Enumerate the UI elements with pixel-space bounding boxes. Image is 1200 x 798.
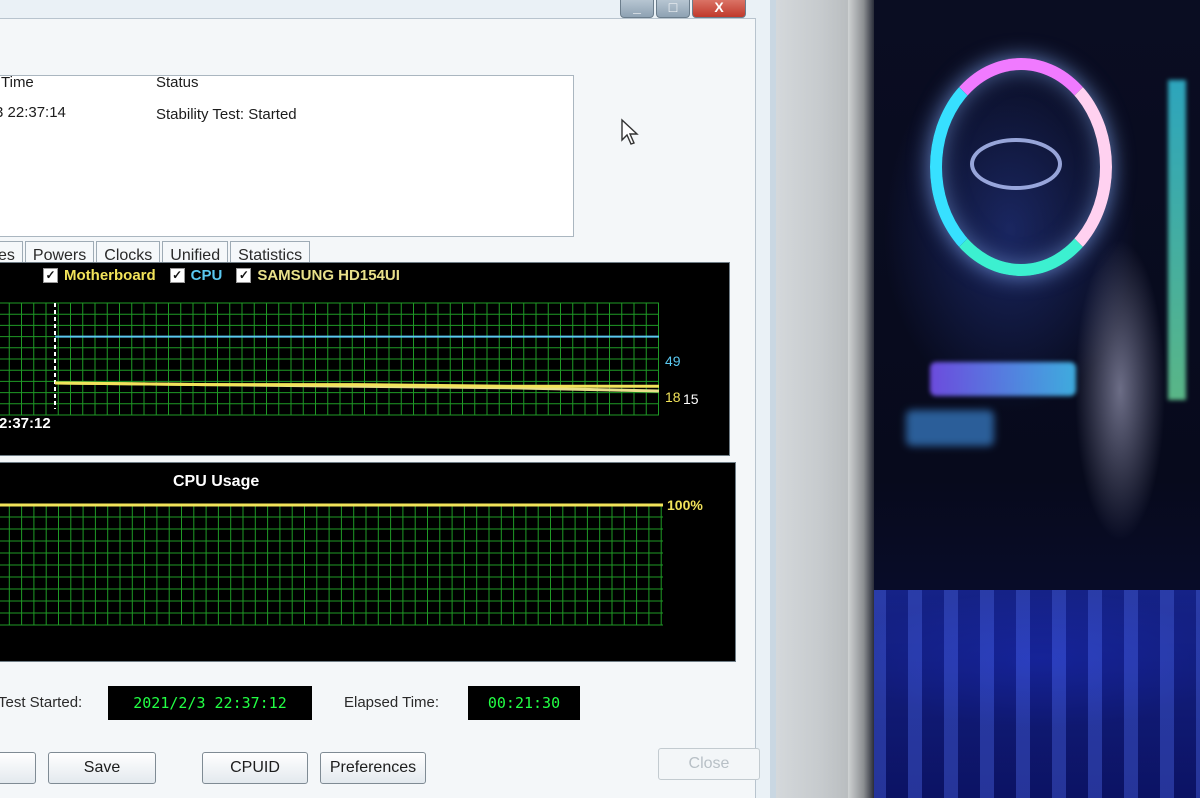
cpu-temp-value: 49 — [665, 353, 681, 369]
legend-cpu-label: CPU — [190, 267, 223, 284]
cpu-checkbox[interactable]: ✓ — [169, 268, 185, 283]
event-log[interactable]: Time Status 3 22:37:14 Stability Test: S… — [0, 74, 574, 237]
motherboard-temp-value: 18 — [665, 389, 681, 405]
col-time: Time — [1, 74, 34, 91]
drive-checkbox[interactable]: ✓ — [236, 268, 252, 283]
temperature-graph-plot — [0, 302, 660, 416]
elapsed-time-label: Elapsed Time: — [344, 694, 440, 711]
cpuid-button[interactable]: CPUID — [202, 752, 308, 784]
test-started-label: Test Started: — [0, 694, 83, 711]
fan-logo — [970, 138, 1062, 190]
motherboard-temp-line — [54, 381, 659, 388]
col-status: Status — [156, 74, 199, 91]
close-button[interactable]: Close — [658, 748, 760, 780]
drive-temp-value: 15 — [683, 391, 699, 407]
legend-drive-label: SAMSUNG HD154UI — [257, 267, 400, 284]
monitor-edge — [848, 0, 874, 798]
minimize-button[interactable]: _ — [620, 0, 654, 18]
elapsed-time-readout: 00:21:30 — [468, 686, 580, 720]
save-button[interactable]: Save — [48, 752, 156, 784]
log-status-cell: Stability Test: Started — [156, 106, 297, 123]
legend-motherboard-label: Motherboard — [64, 267, 156, 284]
cpu-usage-title: CPU Usage — [173, 473, 260, 490]
cpu-usage-plot — [0, 503, 663, 626]
mouse-cursor-icon — [621, 118, 639, 145]
anime-figure — [1050, 150, 1190, 620]
temperature-graph: ✓ Motherboard ✓ CPU ✓ SAMSUNG HD154UI 2:… — [0, 262, 730, 456]
legend-motherboard[interactable]: ✓ Motherboard — [43, 267, 156, 284]
aida64-stability-window: _ □ X Time Status 3 22:37:14 Stability T… — [0, 0, 776, 798]
graph-time-label: 2:37:12 — [0, 415, 51, 432]
legend-drive[interactable]: ✓ SAMSUNG HD154UI — [236, 267, 400, 284]
rgb-glow-light-lower — [906, 410, 994, 446]
cpu-usage-graph: CPU Usage 100% — [0, 462, 736, 662]
motherboard-checkbox[interactable]: ✓ — [43, 268, 58, 283]
cpu-usage-value: 100% — [667, 497, 703, 513]
motherboard-lights — [872, 590, 1200, 798]
preferences-button[interactable]: Preferences — [320, 752, 426, 784]
temperature-legend: ✓ Motherboard ✓ CPU ✓ SAMSUNG HD154UI — [43, 267, 400, 284]
start-button[interactable] — [0, 752, 36, 784]
test-started-readout: 2021/2/3 22:37:12 — [108, 686, 312, 720]
close-window-button[interactable]: X — [692, 0, 746, 18]
maximize-button[interactable]: □ — [656, 0, 690, 18]
legend-cpu[interactable]: ✓ CPU — [169, 267, 223, 284]
window-controls: _ □ X — [620, 0, 746, 18]
log-time-cell: 3 22:37:14 — [0, 104, 66, 121]
